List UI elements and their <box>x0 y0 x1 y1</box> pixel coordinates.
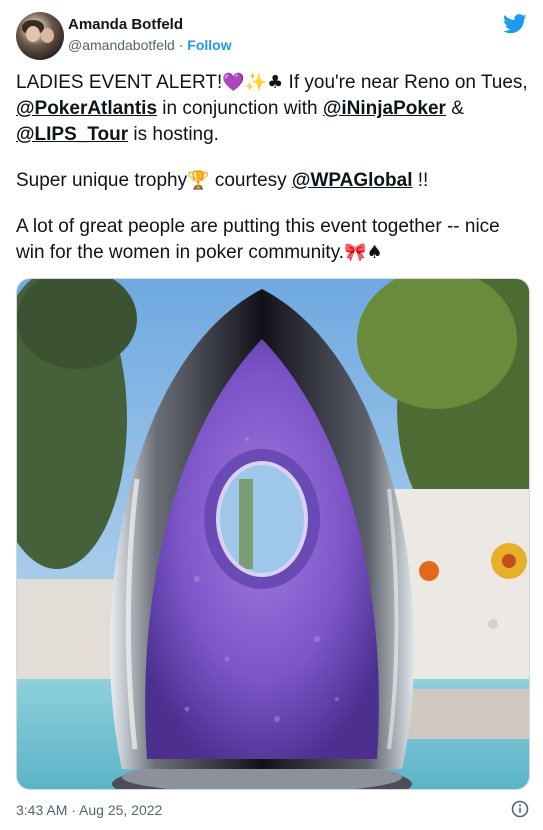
text-segment: in conjunction with <box>157 98 323 119</box>
tweet-paragraph-1: LADIES EVENT ALERT!💜✨♣ If you're near Re… <box>16 70 528 148</box>
info-icon[interactable] <box>511 800 529 818</box>
mention-lips-tour[interactable]: @LIPS_Tour <box>16 124 128 145</box>
text-segment: is hosting. <box>128 124 219 145</box>
spade-suit-icon: ♠ <box>366 242 383 263</box>
club-suit-icon: ♣ <box>267 72 284 93</box>
follow-button[interactable]: Follow <box>187 37 231 53</box>
mention-pokeratlantis[interactable]: @PokerAtlantis <box>16 98 157 119</box>
text-segment: Super unique trophy <box>16 170 188 191</box>
glass-trophy-photo-icon <box>17 279 529 789</box>
tweet-card: Amanda Botfeld @amandabotfeld · Follow L… <box>0 0 543 830</box>
text-segment: If you're near Reno on Tues, <box>283 72 528 93</box>
text-segment: !! <box>412 170 429 191</box>
purple-heart-icon: 💜 <box>222 72 245 93</box>
author-handle-line: @amandabotfeld · Follow <box>68 37 232 53</box>
ribbon-icon: 🎀 <box>344 242 367 263</box>
text-segment: A lot of great people are putting this e… <box>16 216 500 263</box>
separator: · <box>178 37 184 53</box>
avatar[interactable] <box>16 12 64 60</box>
text-segment: & <box>445 98 464 119</box>
tweet-paragraph-2: Super unique trophy🏆 courtesy @WPAGlobal… <box>16 168 528 194</box>
mention-ininjapoker[interactable]: @iNinjaPoker <box>323 98 446 119</box>
tweet-timestamp[interactable]: 3:43 AM · Aug 25, 2022 <box>16 802 162 818</box>
mention-wpaglobal[interactable]: @WPAGlobal <box>292 170 413 191</box>
twitter-bird-icon[interactable] <box>503 14 527 34</box>
author-name[interactable]: Amanda Botfeld <box>68 16 183 33</box>
sparkles-icon: ✨ <box>244 72 268 93</box>
author-handle[interactable]: @amandabotfeld <box>68 37 175 53</box>
tweet-photo[interactable] <box>16 278 530 790</box>
trophy-icon: 🏆 <box>187 170 210 191</box>
text-segment: LADIES EVENT ALERT! <box>16 72 223 93</box>
text-segment: courtesy <box>209 170 292 191</box>
tweet-paragraph-3: A lot of great people are putting this e… <box>16 214 528 266</box>
tweet-text: LADIES EVENT ALERT!💜✨♣ If you're near Re… <box>16 70 528 286</box>
